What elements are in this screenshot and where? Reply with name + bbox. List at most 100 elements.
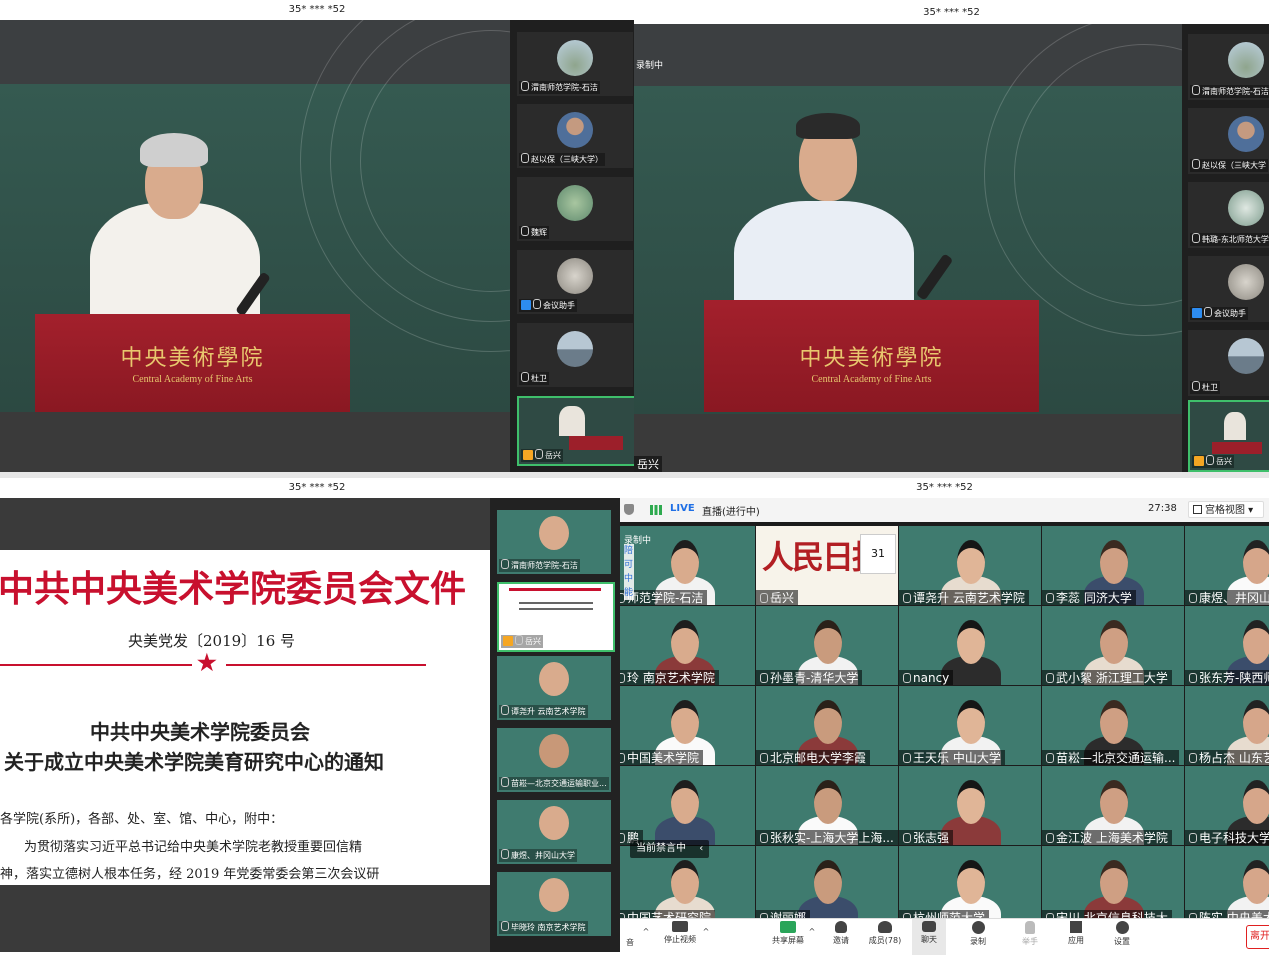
q2-thumb-2-label: 赵以保（三峡大学 bbox=[1202, 161, 1266, 170]
gallery-tile[interactable]: 玲 南京艺术学院 bbox=[620, 605, 757, 687]
gallery-tile[interactable]: 张东芳-陕西师范 bbox=[1184, 605, 1269, 687]
q3-thumb-4-label: 苗崧—北京交通运输职业... bbox=[511, 779, 607, 788]
gallery-tile-label: 康煜、井冈山大 bbox=[1199, 591, 1269, 605]
q1-thumb-4[interactable]: 会议助手 bbox=[517, 250, 633, 314]
q2-thumb-3[interactable]: 韩璐-东北师范大学 bbox=[1188, 182, 1269, 248]
gallery-tile-name: 张东芳-陕西师范 bbox=[1185, 670, 1269, 686]
record-button[interactable]: 录制 bbox=[960, 921, 996, 947]
gallery-tile[interactable]: 李蕊 同济大学 bbox=[1041, 525, 1186, 607]
landscape-avatar-icon bbox=[1228, 42, 1264, 78]
q2-thumb-1-label: 渭南师范学院-石洁 bbox=[1202, 87, 1269, 96]
share-screen-button[interactable]: 共享屏幕 bbox=[766, 921, 810, 946]
live-status[interactable]: 直播(进行中) bbox=[702, 503, 760, 518]
mic-icon bbox=[903, 593, 911, 603]
video-camera-icon bbox=[672, 921, 688, 932]
chat-button[interactable]: 聊天 bbox=[912, 919, 946, 955]
q2-speaker-name: 岳兴 bbox=[634, 456, 662, 472]
gallery-tile[interactable]: 谭尧升 云南艺术学院 bbox=[898, 525, 1043, 607]
settings-label: 设置 bbox=[1114, 937, 1130, 946]
mic-icon bbox=[1046, 593, 1054, 603]
gallery-tile[interactable]: 陈实 中央美术 bbox=[1184, 845, 1269, 918]
invite-button[interactable]: 邀请 bbox=[824, 921, 858, 946]
q2-thumb-2[interactable]: 赵以保（三峡大学 bbox=[1188, 108, 1269, 174]
gallery-tile-name: 孙墨青-清华大学 bbox=[756, 670, 862, 686]
q3-thumb-2[interactable]: 岳兴 bbox=[497, 582, 615, 652]
gallery-tile[interactable]: 王天乐 中山大学 bbox=[898, 685, 1043, 767]
gallery-tile[interactable]: 北京邮电大学李霞 bbox=[755, 685, 900, 767]
q1-thumb-3[interactable]: 魏辉 bbox=[517, 177, 633, 241]
q1-thumb-5[interactable]: 杜卫 bbox=[517, 323, 633, 387]
mute-button[interactable]: 音 bbox=[620, 937, 640, 948]
gallery-tile[interactable]: 杨占杰 山东艺术 bbox=[1184, 685, 1269, 767]
gallery-tile[interactable]: 金江波 上海美术学院 bbox=[1041, 765, 1186, 847]
gallery-tile[interactable]: 苗崧—北京交通运输... bbox=[1041, 685, 1186, 767]
q2-thumb-4[interactable]: 会议助手 bbox=[1188, 256, 1269, 322]
gallery-tile[interactable]: 张志强 bbox=[898, 765, 1043, 847]
mute-options-icon[interactable]: ^ bbox=[640, 927, 652, 936]
gallery-tile[interactable]: 康煜、井冈山大 bbox=[1184, 525, 1269, 607]
participant-face bbox=[1100, 780, 1128, 824]
q1-thumb-6[interactable]: 岳兴 bbox=[517, 396, 637, 466]
share-options-icon[interactable]: ^ bbox=[806, 927, 818, 936]
gallery-tile-label: 张秋实-上海大学上海... bbox=[770, 831, 894, 845]
q3-participant-strip: 渭南师范学院-石洁 岳兴 谭尧升 云南艺术学院 苗崧—北京交通运输职业... 康… bbox=[490, 498, 620, 952]
q3-thumb-3[interactable]: 谭尧升 云南艺术学院 bbox=[497, 656, 611, 720]
gallery-tile-label: 北京邮电大学李霞 bbox=[770, 751, 866, 765]
q4-meeting-topbar: LIVE 直播(进行中) 27:38 宫格视图 ▾ bbox=[620, 498, 1269, 522]
participant-face bbox=[671, 540, 699, 584]
members-button[interactable]: 成员(78) bbox=[864, 921, 906, 946]
gallery-tile[interactable]: 张秋实-上海大学上海... bbox=[755, 765, 900, 847]
doc-title: 中共中央美术学院委员会文件 bbox=[0, 560, 466, 612]
q1-thumb-1-label: 渭南师范学院-石洁 bbox=[531, 83, 598, 92]
q3-thumb-3-label: 谭尧升 云南艺术学院 bbox=[511, 707, 586, 716]
mute-notice-label: 当前禁言中 bbox=[636, 843, 686, 854]
video-button[interactable]: 停止视频 bbox=[658, 921, 702, 945]
q3-thumb-5[interactable]: 康煜、井冈山大学 bbox=[497, 800, 611, 864]
gallery-tile-name: nancy bbox=[899, 670, 953, 686]
q1-thumb-2[interactable]: 赵以保（三峡大学） bbox=[517, 104, 633, 168]
participant-face bbox=[1243, 620, 1269, 664]
collapse-left-icon[interactable]: ‹ bbox=[699, 843, 703, 854]
doc-body-3: 神，落实立德树人根本任务，经 2019 年党委常委会第三次会议研 bbox=[0, 863, 379, 882]
participant-face bbox=[671, 700, 699, 744]
q3-thumb-1[interactable]: 渭南师范学院-石洁 bbox=[497, 510, 611, 574]
q2-thumb-1[interactable]: 渭南师范学院-石洁 bbox=[1188, 34, 1269, 100]
gallery-tile[interactable]: 电子科技大学 刘 bbox=[1184, 765, 1269, 847]
doc-heading-1: 中共中央美术学院委员会 bbox=[90, 716, 310, 745]
gallery-tile[interactable]: nancy bbox=[898, 605, 1043, 687]
person-avatar-icon bbox=[539, 662, 569, 696]
settings-button[interactable]: 设置 bbox=[1104, 921, 1140, 947]
gallery-tile[interactable]: 武小絮 浙江理工大学 bbox=[1041, 605, 1186, 687]
gallery-tile[interactable]: 鹏 bbox=[620, 765, 757, 847]
gallery-tile-name: 陈实 中央美术 bbox=[1185, 910, 1269, 918]
gallery-tile[interactable]: 中国美术学院 bbox=[620, 685, 757, 767]
gallery-tile[interactable]: 人民日报31岳兴 bbox=[755, 525, 900, 607]
q2-podium-en: Central Academy of Fine Arts bbox=[704, 374, 1039, 385]
host-icon bbox=[503, 636, 513, 646]
live-badge[interactable]: LIVE bbox=[670, 503, 695, 514]
video-options-icon[interactable]: ^ bbox=[700, 927, 712, 936]
gallery-tile-label: 李蕊 同济大学 bbox=[1056, 591, 1132, 605]
gallery-tile[interactable]: 宋川 北京信息科技大 bbox=[1041, 845, 1186, 918]
q3-thumb-6[interactable]: 毕晓玲 南京艺术学院 bbox=[497, 872, 611, 936]
view-mode-button[interactable]: 宫格视图 ▾ bbox=[1188, 501, 1264, 518]
q2-thumb-6[interactable]: 岳兴 bbox=[1188, 400, 1269, 472]
gallery-tile-name: 中国艺术研究院 bbox=[620, 910, 715, 918]
participant-face bbox=[814, 860, 842, 904]
lake-avatar-icon bbox=[1228, 338, 1264, 374]
q3-thumb-4[interactable]: 苗崧—北京交通运输职业... bbox=[497, 728, 611, 792]
leave-button[interactable]: 离开 bbox=[1246, 925, 1269, 949]
mic-icon bbox=[515, 635, 523, 645]
mic-icon bbox=[521, 81, 529, 91]
q2-thumb-5[interactable]: 杜卫 bbox=[1188, 330, 1269, 396]
gallery-tile-label: 谭尧升 云南艺术学院 bbox=[913, 591, 1025, 605]
q3-thumb-2-label: 岳兴 bbox=[525, 637, 541, 646]
mic-icon bbox=[1192, 159, 1200, 169]
apps-button[interactable]: 应用 bbox=[1058, 921, 1094, 946]
host-icon bbox=[521, 300, 531, 310]
q1-thumb-1[interactable]: 渭南师范学院-石洁 bbox=[517, 32, 633, 96]
gallery-tile[interactable]: 孙墨青-清华大学 bbox=[755, 605, 900, 687]
raise-hand-button[interactable]: 举手 bbox=[1012, 921, 1048, 947]
gallery-tile[interactable]: 谢丽娜 bbox=[755, 845, 900, 918]
gallery-tile[interactable]: 杭州师范大学 bbox=[898, 845, 1043, 918]
